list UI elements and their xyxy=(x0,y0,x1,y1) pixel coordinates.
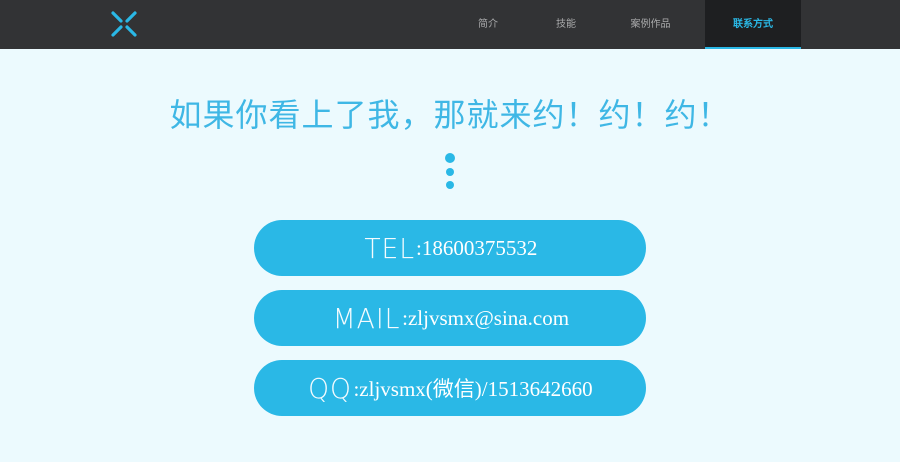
top-navbar: 简介 技能 案例作品 联系方式 xyxy=(0,0,900,49)
main-nav: 简介 技能 案例作品 联系方式 xyxy=(440,0,801,49)
qq-label: QQ xyxy=(308,371,353,405)
mail-label: MAIL xyxy=(332,301,401,335)
nav-item-intro[interactable]: 简介 xyxy=(440,0,536,49)
tel-value: :18600375532 xyxy=(416,235,538,260)
mail-contact-button[interactable]: MAIL :zljvsmx@sina.com xyxy=(254,290,646,346)
tel-label: TEL xyxy=(363,231,415,265)
nav-item-skills[interactable]: 技能 xyxy=(536,0,596,49)
mail-value: :zljvsmx@sina.com xyxy=(402,305,570,330)
qq-contact-button[interactable]: QQ :zljvsmx(微信)/1513642660 xyxy=(254,360,646,416)
vertical-dots-icon xyxy=(445,153,455,189)
tel-contact-button[interactable]: TEL :18600375532 xyxy=(254,220,646,276)
qq-value: :zljvsmx(微信)/1513642660 xyxy=(353,377,593,401)
nav-item-portfolio[interactable]: 案例作品 xyxy=(596,0,705,49)
nav-item-contact[interactable]: 联系方式 xyxy=(705,0,801,49)
x-logo-icon[interactable] xyxy=(110,10,138,38)
page-headline: 如果你看上了我，那就来约！约！约！ xyxy=(169,96,731,134)
